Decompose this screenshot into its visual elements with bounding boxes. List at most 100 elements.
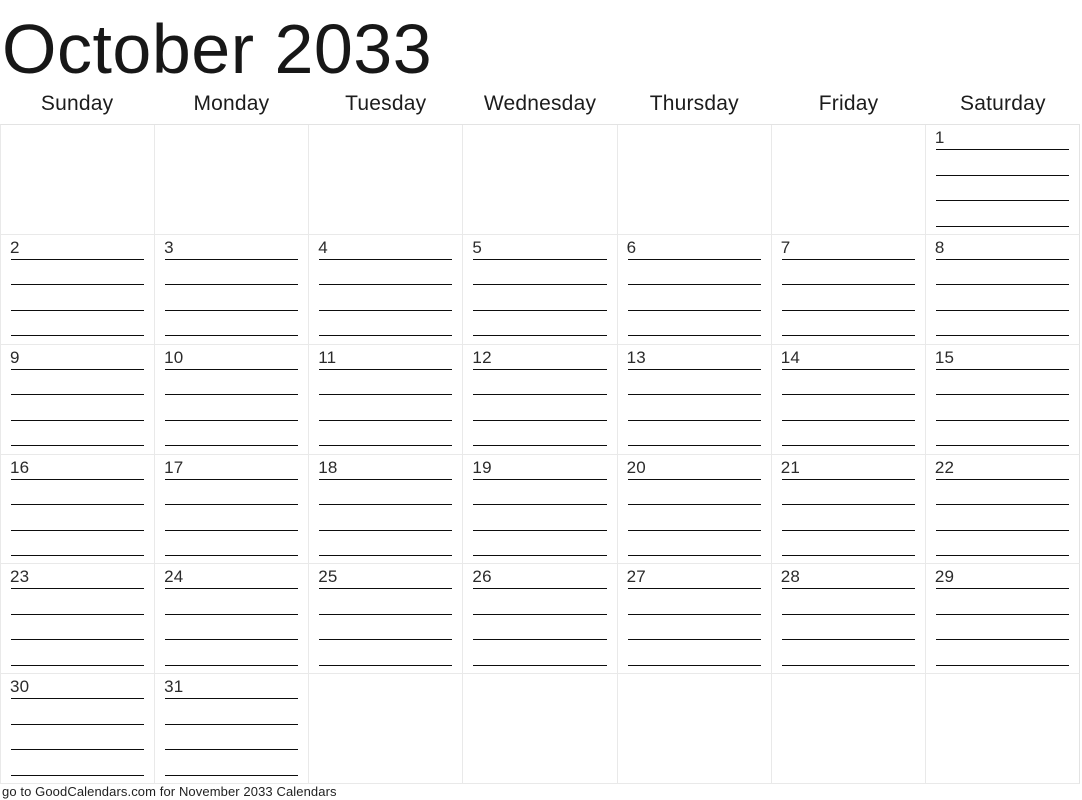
note-line[interactable] [473,529,607,531]
note-line[interactable] [11,774,145,776]
note-line[interactable] [165,368,299,370]
note-line[interactable] [935,200,1069,201]
note-line[interactable] [935,478,1069,480]
note-line[interactable] [781,309,915,311]
calendar-day-cell[interactable]: 31 [155,674,310,784]
note-line[interactable] [319,555,453,556]
note-line[interactable] [165,284,299,286]
note-line[interactable] [935,309,1069,311]
note-line[interactable] [319,368,453,370]
calendar-day-cell[interactable]: 24 [155,564,310,675]
note-line[interactable] [11,749,145,751]
note-line[interactable] [781,368,915,370]
note-line[interactable] [935,368,1069,370]
note-line[interactable] [935,613,1069,615]
note-line[interactable] [627,613,761,615]
note-line[interactable] [11,613,145,615]
note-line[interactable] [781,478,915,480]
note-line[interactable] [935,664,1069,666]
calendar-day-cell[interactable]: 19 [463,454,618,565]
note-line[interactable] [165,664,299,666]
calendar-day-cell[interactable]: 23 [1,564,156,675]
calendar-day-cell[interactable]: 12 [463,344,618,455]
note-line[interactable] [11,258,145,260]
calendar-day-cell[interactable]: 3 [155,234,310,345]
note-line[interactable] [473,639,607,641]
note-line[interactable] [319,394,453,396]
note-line[interactable] [473,419,607,421]
calendar-day-cell[interactable]: 26 [463,564,618,675]
calendar-day-cell[interactable]: 2 [1,234,156,345]
note-line[interactable] [319,588,453,590]
note-line[interactable] [935,258,1069,260]
calendar-day-cell[interactable]: 17 [155,454,310,565]
note-line[interactable] [781,664,915,666]
note-line[interactable] [781,529,915,531]
note-line[interactable] [935,419,1069,421]
note-line[interactable] [935,284,1069,286]
note-line[interactable] [935,555,1069,556]
note-line[interactable] [165,639,299,641]
calendar-day-cell[interactable]: 27 [617,564,772,675]
note-line[interactable] [781,419,915,421]
note-line[interactable] [473,613,607,615]
note-line[interactable] [781,445,915,447]
calendar-day-cell[interactable]: 1 [925,125,1080,235]
note-line[interactable] [627,394,761,396]
calendar-day-cell[interactable]: 15 [925,344,1080,455]
note-line[interactable] [627,529,761,531]
note-line[interactable] [627,368,761,370]
note-line[interactable] [473,368,607,370]
calendar-day-cell[interactable]: 7 [771,234,926,345]
note-line[interactable] [11,335,145,337]
note-line[interactable] [473,445,607,447]
note-line[interactable] [11,478,145,480]
note-line[interactable] [319,529,453,531]
note-line[interactable] [319,664,453,666]
calendar-day-cell[interactable]: 13 [617,344,772,455]
note-line[interactable] [11,309,145,311]
note-line[interactable] [11,723,145,725]
note-line[interactable] [935,335,1069,337]
note-line[interactable] [781,394,915,396]
note-line[interactable] [781,504,915,505]
note-line[interactable] [165,258,299,260]
note-line[interactable] [11,588,145,590]
note-line[interactable] [781,588,915,590]
note-line[interactable] [165,309,299,311]
note-line[interactable] [935,394,1069,396]
note-line[interactable] [473,284,607,286]
note-line[interactable] [627,555,761,556]
note-line[interactable] [473,258,607,260]
note-line[interactable] [11,419,145,421]
calendar-day-cell[interactable]: 20 [617,454,772,565]
note-line[interactable] [627,309,761,311]
note-line[interactable] [165,529,299,531]
calendar-day-cell[interactable]: 30 [1,674,156,784]
calendar-day-cell[interactable]: 6 [617,234,772,345]
calendar-day-cell[interactable]: 25 [309,564,464,675]
note-line[interactable] [627,258,761,260]
note-line[interactable] [473,394,607,396]
note-line[interactable] [319,504,453,505]
note-line[interactable] [319,335,453,337]
calendar-day-cell[interactable]: 5 [463,234,618,345]
calendar-day-cell[interactable]: 16 [1,454,156,565]
note-line[interactable] [627,664,761,666]
note-line[interactable] [935,504,1069,505]
note-line[interactable] [935,174,1069,176]
note-line[interactable] [935,225,1069,227]
note-line[interactable] [473,335,607,337]
note-line[interactable] [473,588,607,590]
note-line[interactable] [165,698,299,700]
note-line[interactable] [473,664,607,666]
note-line[interactable] [319,419,453,421]
note-line[interactable] [11,529,145,531]
note-line[interactable] [781,613,915,615]
note-line[interactable] [165,749,299,751]
note-line[interactable] [319,284,453,286]
note-line[interactable] [319,639,453,641]
note-line[interactable] [627,335,761,337]
note-line[interactable] [319,258,453,260]
note-line[interactable] [11,394,145,396]
